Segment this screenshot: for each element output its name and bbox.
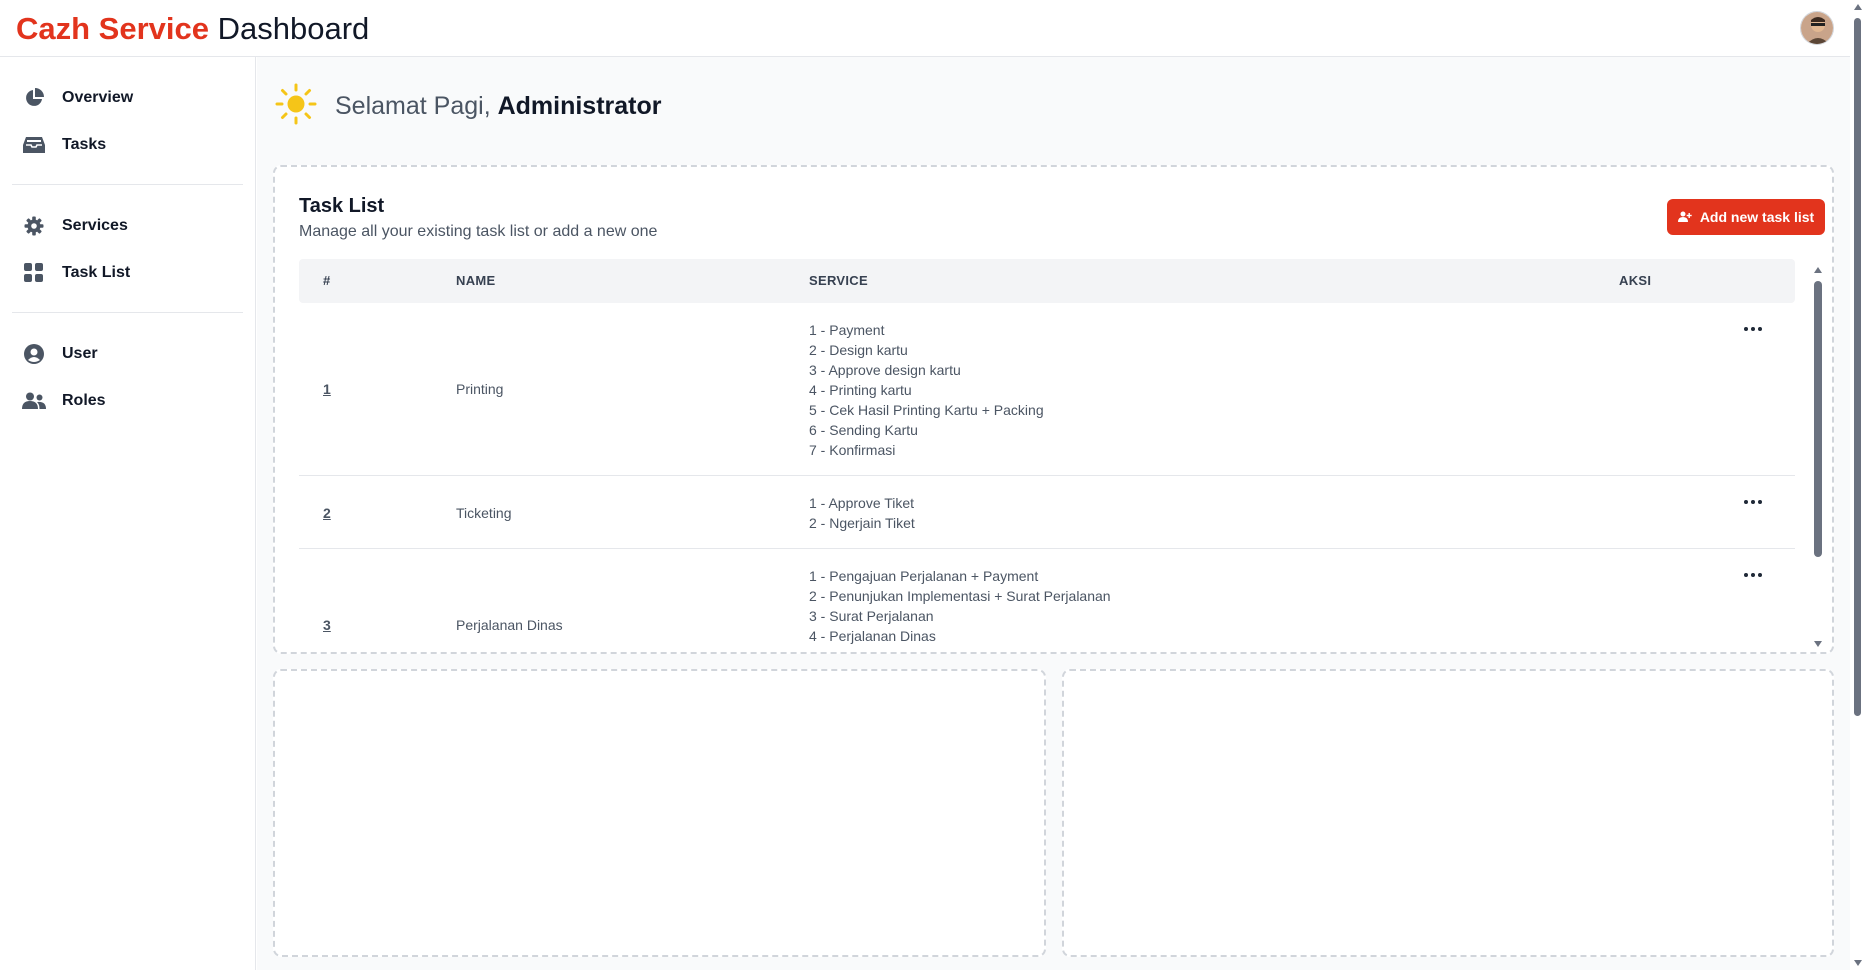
service-item: 1 - Pengajuan Perjalanan + Payment xyxy=(809,568,1039,584)
sidebar-item-task-list[interactable]: Task List xyxy=(12,253,244,293)
task-table: # NAME SERVICE AKSI 1 Printing 1 - Payme… xyxy=(299,259,1795,651)
row-services: 1 - Payment 2 - Design kartu 3 - Approve… xyxy=(809,320,1044,460)
gear-icon xyxy=(18,214,50,238)
sidebar-divider xyxy=(12,312,243,313)
scroll-up-icon[interactable] xyxy=(1854,4,1862,10)
column-header-number: # xyxy=(323,273,331,288)
sidebar-divider xyxy=(12,184,243,185)
column-header-aksi: AKSI xyxy=(1619,273,1652,288)
sidebar: Overview Tasks Services Task List User R… xyxy=(0,57,256,970)
row-name: Printing xyxy=(456,381,504,397)
inbox-icon xyxy=(18,133,50,157)
more-actions-icon[interactable] xyxy=(1739,321,1767,337)
users-icon xyxy=(18,389,50,413)
service-item: 1 - Approve Tiket xyxy=(809,495,915,511)
sidebar-item-services[interactable]: Services xyxy=(12,206,244,246)
more-actions-icon[interactable] xyxy=(1739,567,1767,583)
app-title: Cazh Service Dashboard xyxy=(16,11,369,47)
service-item: 3 - Approve design kartu xyxy=(809,362,961,378)
table-scrollbar[interactable] xyxy=(1811,267,1825,647)
sidebar-item-label: Overview xyxy=(62,89,134,106)
scroll-down-icon[interactable] xyxy=(1854,960,1862,966)
brand-accent: Cazh Service xyxy=(16,11,209,46)
greeting-text: Selamat Pagi, Administrator xyxy=(335,92,662,121)
table-row: 2 Ticketing 1 - Approve Tiket 2 - Ngerja… xyxy=(299,476,1795,549)
sidebar-item-roles[interactable]: Roles xyxy=(12,381,244,421)
service-item: 4 - Printing kartu xyxy=(809,382,912,398)
sidebar-item-overview[interactable]: Overview xyxy=(12,78,244,118)
row-name: Ticketing xyxy=(456,505,512,521)
table-header: # NAME SERVICE AKSI xyxy=(299,259,1795,303)
table-row: 3 Perjalanan Dinas 1 - Pengajuan Perjala… xyxy=(299,549,1795,651)
more-actions-icon[interactable] xyxy=(1739,494,1767,510)
service-item: 3 - Surat Perjalanan xyxy=(809,608,934,624)
add-button-label: Add new task list xyxy=(1699,209,1815,225)
service-item: 2 - Penunjukan Implementasi + Surat Perj… xyxy=(809,588,1111,604)
empty-panel-left xyxy=(273,669,1046,957)
top-bar: Cazh Service Dashboard xyxy=(0,0,1850,57)
grid-icon xyxy=(18,261,50,285)
service-item: 2 - Ngerjain Tiket xyxy=(809,515,915,531)
service-item: 2 - Design kartu xyxy=(809,342,908,358)
row-services: 1 - Pengajuan Perjalanan + Payment 2 - P… xyxy=(809,566,1111,646)
card-subtitle: Manage all your existing task list or ad… xyxy=(299,223,658,240)
page-scrollbar[interactable] xyxy=(1850,0,1865,970)
brand-rest: Dashboard xyxy=(217,11,370,46)
greeting: Selamat Pagi, Administrator xyxy=(275,83,662,130)
service-item: 1 - Payment xyxy=(809,322,885,338)
sidebar-item-user[interactable]: User xyxy=(12,334,244,374)
greeting-prefix: Selamat Pagi, xyxy=(335,92,491,120)
empty-panel-right xyxy=(1062,669,1834,957)
sun-icon xyxy=(275,83,317,130)
card-title: Task List xyxy=(299,195,385,217)
scrollbar-thumb[interactable] xyxy=(1854,18,1861,716)
task-list-card: Task List Manage all your existing task … xyxy=(273,165,1834,654)
column-header-name: NAME xyxy=(456,273,496,288)
sidebar-item-tasks[interactable]: Tasks xyxy=(12,125,244,165)
row-number-link[interactable]: 2 xyxy=(323,505,331,521)
column-header-service: SERVICE xyxy=(809,273,868,288)
service-item: 7 - Konfirmasi xyxy=(809,442,896,458)
user-plus-icon xyxy=(1677,211,1692,222)
scrollbar-thumb[interactable] xyxy=(1814,281,1822,557)
service-item: 4 - Perjalanan Dinas xyxy=(809,628,936,644)
sidebar-item-label: User xyxy=(62,345,98,362)
sidebar-item-label: Services xyxy=(62,217,128,234)
main-content: Selamat Pagi, Administrator Task List Ma… xyxy=(257,57,1850,970)
greeting-name: Administrator xyxy=(497,92,662,120)
sidebar-item-label: Tasks xyxy=(62,136,107,153)
table-row: 1 Printing 1 - Payment 2 - Design kartu … xyxy=(299,303,1795,476)
sidebar-item-label: Task List xyxy=(62,264,131,281)
row-name: Perjalanan Dinas xyxy=(456,617,563,633)
pie-chart-icon xyxy=(18,86,50,110)
service-item: 5 - Cek Hasil Printing Kartu + Packing xyxy=(809,402,1044,418)
scroll-up-icon[interactable] xyxy=(1814,267,1822,273)
row-services: 1 - Approve Tiket 2 - Ngerjain Tiket xyxy=(809,493,915,533)
user-circle-icon xyxy=(18,342,50,366)
row-number-link[interactable]: 1 xyxy=(323,381,331,397)
avatar[interactable] xyxy=(1800,11,1834,45)
service-item: 6 - Sending Kartu xyxy=(809,422,918,438)
scroll-down-icon[interactable] xyxy=(1814,641,1822,647)
add-task-list-button[interactable]: Add new task list xyxy=(1667,199,1825,235)
row-number-link[interactable]: 3 xyxy=(323,617,331,633)
sidebar-item-label: Roles xyxy=(62,392,106,409)
